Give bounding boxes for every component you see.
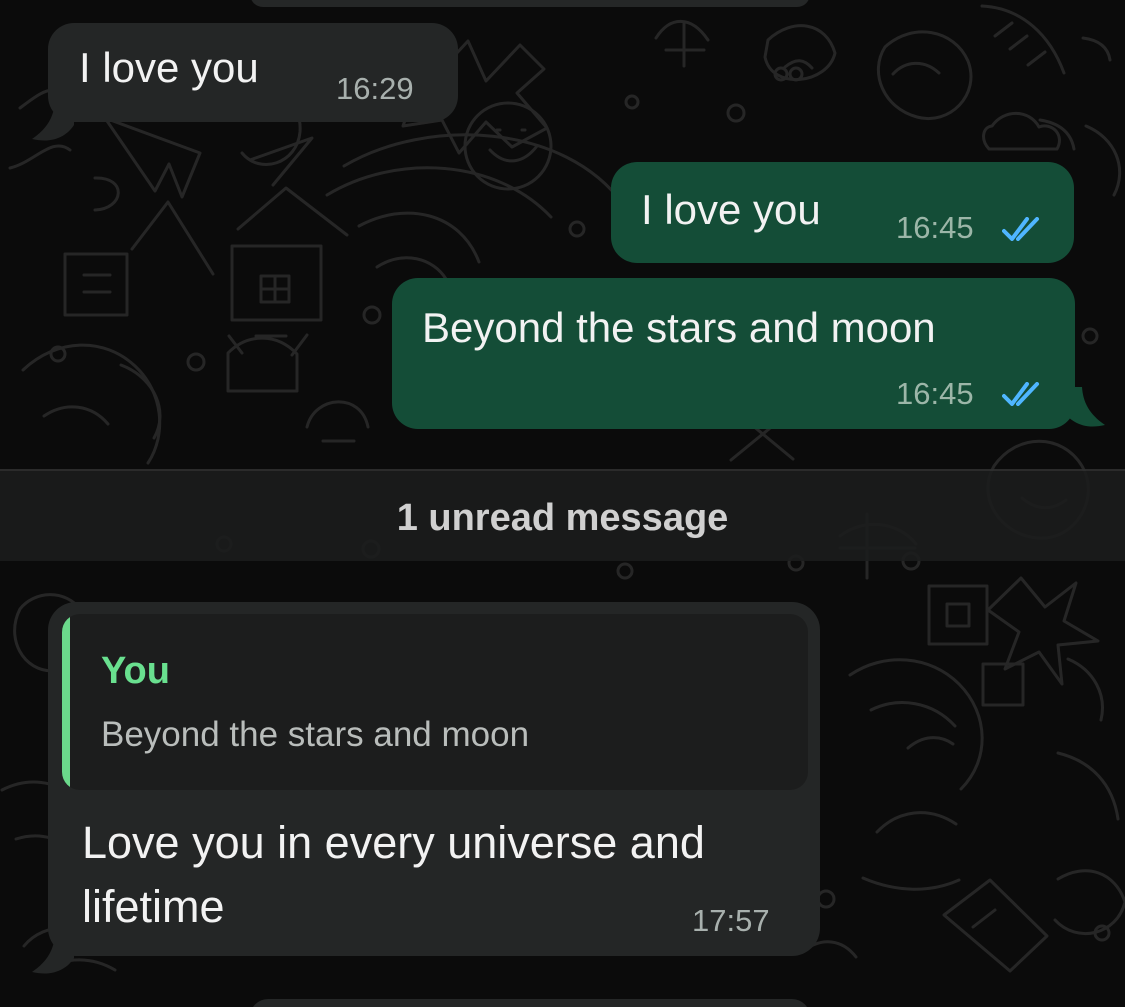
reply-message[interactable]: You Beyond the stars and moon Love you i… bbox=[32, 602, 820, 974]
message-text: I love you bbox=[79, 44, 259, 91]
unread-divider: 1 unread message bbox=[0, 469, 1125, 561]
quote-accent-bar bbox=[62, 614, 70, 790]
chat-window: I love you 16:29 I love you 16:45 Beyond… bbox=[0, 0, 1125, 1007]
previous-message-edge bbox=[250, 0, 810, 7]
incoming-bubble-tail bbox=[32, 934, 74, 974]
message-time: 16:45 bbox=[896, 376, 974, 411]
quoted-message[interactable]: You Beyond the stars and moon bbox=[62, 614, 808, 790]
outgoing-message[interactable]: Beyond the stars and moon 16:45 bbox=[392, 278, 1105, 429]
message-time: 16:29 bbox=[336, 71, 414, 106]
quoted-author: You bbox=[101, 650, 170, 692]
double-check-icon bbox=[1002, 382, 1039, 406]
message-time: 16:45 bbox=[896, 210, 974, 245]
double-check-icon bbox=[1002, 217, 1039, 241]
message-time: 17:57 bbox=[692, 903, 770, 938]
outgoing-message[interactable]: I love you 16:45 bbox=[611, 162, 1074, 263]
incoming-message[interactable]: I love you 16:29 bbox=[32, 23, 458, 141]
message-text: Beyond the stars and moon bbox=[422, 304, 936, 351]
incoming-bubble-tail bbox=[32, 101, 74, 141]
outgoing-bubble-tail bbox=[1063, 387, 1105, 427]
next-message-edge bbox=[250, 999, 810, 1007]
quoted-text: Beyond the stars and moon bbox=[101, 715, 530, 754]
message-text: I love you bbox=[641, 186, 821, 233]
unread-count-label: 1 unread message bbox=[396, 497, 729, 539]
